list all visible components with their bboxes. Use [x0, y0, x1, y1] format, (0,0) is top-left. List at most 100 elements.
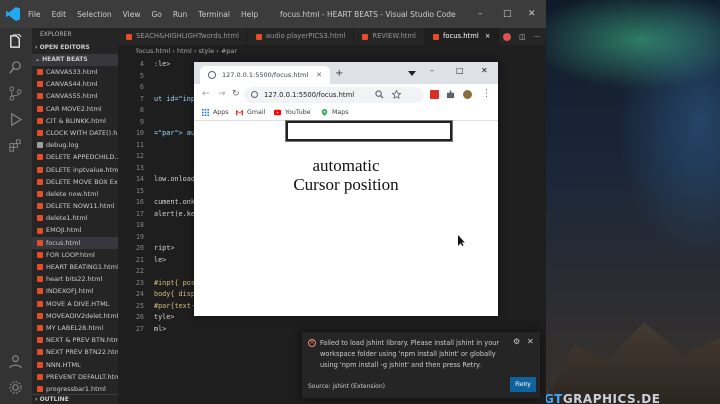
tab-close-icon[interactable]: × — [485, 28, 491, 45]
chrome-menu-icon[interactable]: ⋮ — [482, 89, 491, 99]
close-icon[interactable]: ✕ — [481, 66, 488, 75]
tab-search-highlight[interactable]: SEACH&HIGHLIGHTwords.html — [118, 28, 248, 45]
file-item[interactable]: DELETE APPEDCHILD... — [32, 151, 118, 163]
file-item[interactable]: CANVAS55.html — [32, 90, 118, 102]
minimize-icon[interactable]: – — [478, 9, 483, 19]
site-info-icon[interactable] — [251, 91, 258, 98]
file-item[interactable]: CAR MOVE2.html — [32, 103, 118, 115]
more-actions-icon[interactable]: ··· — [534, 33, 540, 41]
notification-settings-icon[interactable]: ⚙ — [513, 337, 520, 346]
account-icon[interactable] — [8, 354, 23, 369]
file-item[interactable]: PREVENT DEFAULT.html — [32, 371, 118, 383]
line-number: 5 — [139, 71, 144, 80]
bookmark-gmail[interactable]: Gmail — [236, 109, 265, 116]
tab-close-icon[interactable]: ✕ — [316, 66, 322, 84]
file-item[interactable]: MY LABEL28.html — [32, 322, 118, 334]
menu-edit[interactable]: Edit — [52, 10, 67, 19]
file-item[interactable]: MOVE A DIVE.HTML — [32, 298, 118, 310]
file-item[interactable]: FOR LOOP.html — [32, 249, 118, 261]
file-item[interactable]: MOVEADIV2delet.html — [32, 310, 118, 322]
menu-file[interactable]: File — [28, 10, 41, 19]
file-item[interactable]: NEXT PREV BTN22.html — [32, 346, 118, 358]
file-item[interactable]: DELETE NOW11.html — [32, 200, 118, 212]
menu-selection[interactable]: Selection — [77, 10, 112, 19]
tab-audio-player[interactable]: audio playerPICS3.html — [248, 28, 355, 45]
menu-go[interactable]: Go — [151, 10, 161, 19]
workspace-section[interactable]: ⌄ HEART BEATS — [32, 54, 118, 66]
html-file-icon — [37, 373, 43, 380]
pdf-extension-icon[interactable] — [430, 90, 439, 99]
file-item[interactable]: focus.html — [32, 236, 118, 249]
menu-run[interactable]: Run — [173, 10, 187, 19]
bookmark-apps[interactable]: Apps — [202, 109, 229, 116]
file-item[interactable]: heart bits22.html — [32, 273, 118, 285]
run-icon[interactable] — [503, 32, 512, 41]
file-item[interactable]: CANVAS33.html — [32, 66, 118, 78]
focused-text-input[interactable] — [285, 120, 453, 142]
html-file-icon — [37, 361, 43, 368]
menu-terminal[interactable]: Terminal — [198, 10, 230, 19]
close-icon[interactable]: ✕ — [528, 9, 536, 19]
file-item[interactable]: NNN.HTML — [32, 359, 118, 371]
html-file-icon — [37, 312, 43, 319]
breadcrumb-file[interactable]: focus.html — [136, 47, 170, 55]
line-number: 20 — [135, 244, 144, 252]
code-text: ript> — [154, 244, 175, 252]
search-icon[interactable] — [8, 60, 23, 75]
outline-section[interactable]: › OUTLINE — [32, 394, 118, 404]
file-item[interactable]: NEXT & PREV BTN.html — [32, 334, 118, 346]
chrome-window: 127.0.0.1:5500/focus.html ✕ + – □ ✕ ← → … — [194, 62, 498, 316]
breadcrumb-style[interactable]: style — [199, 47, 215, 55]
notification-close-icon[interactable]: ✕ — [527, 337, 534, 346]
maximize-icon[interactable]: □ — [456, 66, 464, 75]
file-item[interactable]: DELETE inptvalue.html — [32, 164, 118, 176]
line-number: 23 — [135, 278, 144, 287]
file-item[interactable]: delete1.html — [32, 212, 118, 224]
file-item-label: NNN.HTML — [46, 360, 81, 369]
file-item[interactable]: HEART BEATING1.html — [32, 261, 118, 273]
explorer-icon[interactable] — [8, 34, 23, 49]
tab-focus[interactable]: focus.html × — [424, 28, 500, 45]
file-item[interactable]: EMOJI.html — [32, 224, 118, 236]
menu-help[interactable]: Help — [241, 10, 258, 19]
minimize-icon[interactable]: – — [430, 66, 434, 75]
file-item-label: DELETE inptvalue.html — [46, 165, 118, 174]
zoom-search-icon[interactable] — [375, 90, 384, 99]
html-file-icon — [37, 300, 43, 307]
source-control-icon[interactable] — [8, 86, 23, 101]
settings-gear-icon[interactable] — [8, 380, 23, 395]
breadcrumb-html[interactable]: html — [177, 47, 192, 55]
run-debug-icon[interactable] — [8, 112, 23, 127]
bookmark-star-icon[interactable] — [392, 90, 401, 99]
back-icon[interactable]: ← — [202, 89, 210, 99]
profile-avatar-icon[interactable] — [463, 90, 472, 99]
new-tab-icon[interactable]: + — [335, 68, 343, 79]
file-item-label: HEART BEATING1.html — [46, 263, 118, 271]
file-item[interactable]: DELETE MOVE BOX Ex... — [32, 176, 118, 188]
code-text: alert(e.ke — [154, 209, 195, 218]
file-item[interactable]: CANVAS44.html — [32, 78, 118, 90]
bookmark-youtube[interactable]: YouTube — [274, 109, 311, 116]
line-number: 27 — [135, 324, 144, 333]
file-item[interactable]: debug.log — [32, 139, 118, 151]
breadcrumb-par[interactable]: #par — [221, 47, 237, 55]
maximize-icon[interactable]: □ — [503, 9, 512, 19]
open-editors-section[interactable]: › OPEN EDITORS — [32, 42, 118, 54]
retry-button[interactable]: Retry — [510, 377, 536, 392]
bookmark-maps[interactable]: Maps — [321, 109, 349, 116]
file-item[interactable]: delete now.html — [32, 188, 118, 200]
file-item[interactable]: CIT & BLINKK.html — [32, 115, 118, 127]
menu-view[interactable]: View — [123, 10, 141, 19]
file-item[interactable]: INDEXOFJ.html — [32, 285, 118, 297]
file-item-label: CAR MOVE2.html — [46, 104, 102, 113]
extensions-puzzle-icon[interactable] — [446, 90, 455, 99]
file-item[interactable]: CLOCK WITH DATE().h... — [32, 127, 118, 139]
extensions-icon[interactable] — [8, 138, 23, 153]
tab-search-dropdown-icon[interactable] — [408, 71, 416, 76]
chrome-tab[interactable]: 127.0.0.1:5500/focus.html ✕ — [200, 66, 330, 84]
tab-review[interactable]: REVIEW.html — [354, 28, 425, 45]
html-file-icon — [37, 203, 43, 210]
reload-icon[interactable]: ↻ — [232, 89, 240, 99]
split-editor-icon[interactable]: ◫ — [519, 33, 525, 41]
forward-icon[interactable]: → — [218, 89, 226, 99]
